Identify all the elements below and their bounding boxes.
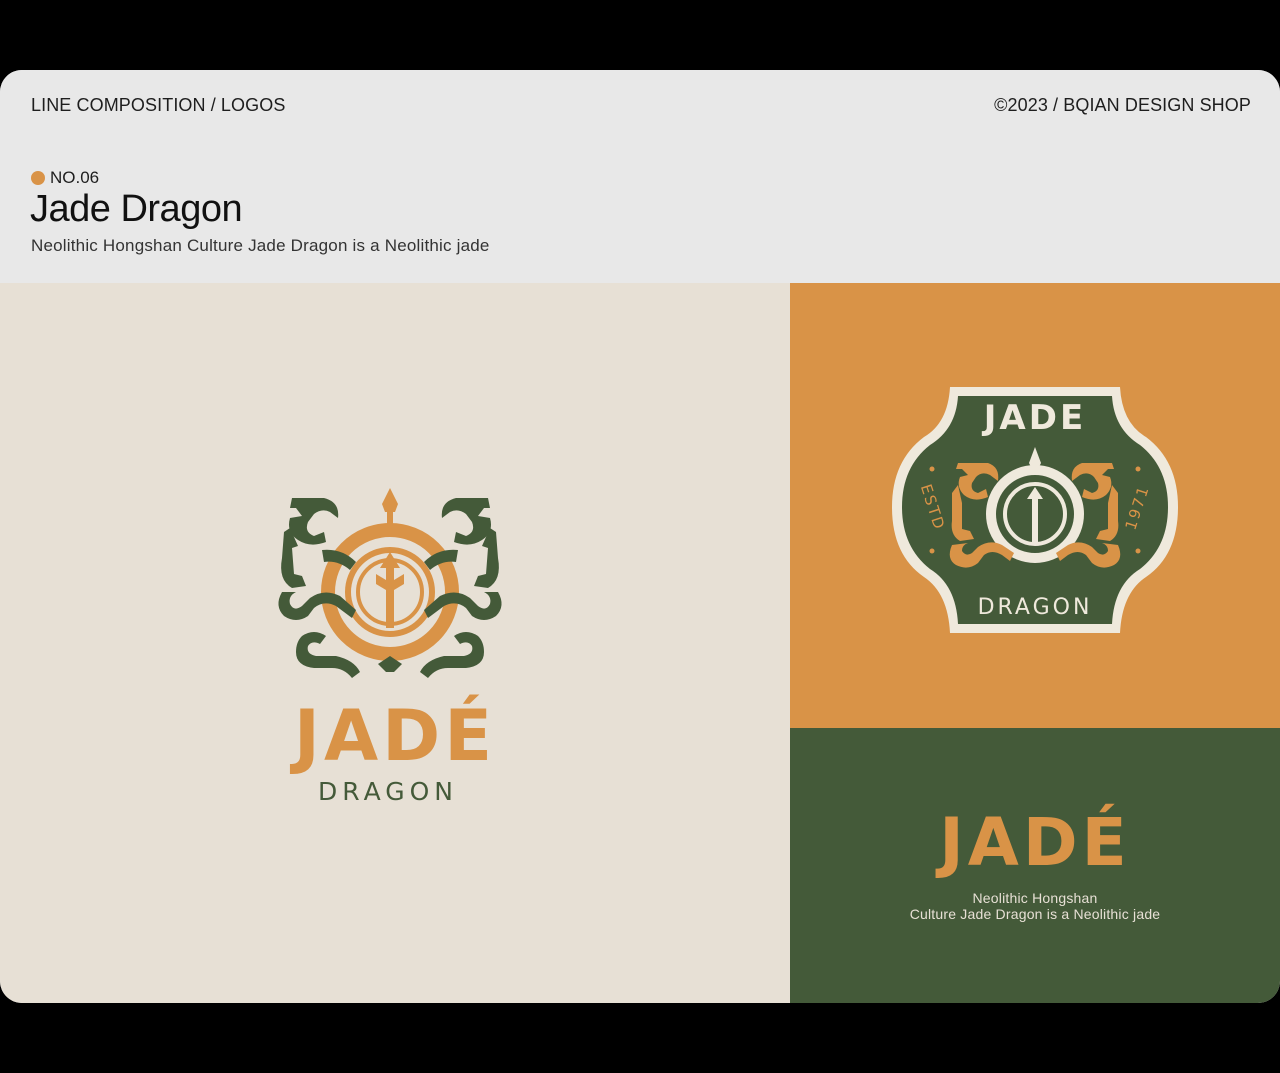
green-wordmark: JADÉ [939, 804, 1131, 881]
number-row: NO.06 [31, 168, 99, 188]
badge-emblem: JADE DRAGON ESTD 1971 [892, 387, 1178, 633]
emblem-orange-parts [321, 488, 459, 661]
page-title: Jade Dragon [30, 188, 243, 230]
caption-line-1: Neolithic Hongshan [972, 890, 1098, 906]
dragon-emblem-icon [278, 488, 502, 678]
presentation-card: LINE COMPOSITION / LOGOS ©2023 / BQIAN D… [0, 70, 1280, 1003]
section-label: LINE COMPOSITION / LOGOS [31, 95, 286, 115]
badge-bottom-text: DRAGON [978, 595, 1093, 620]
caption-line-2: Culture Jade Dragon is a Neolithic jade [909, 906, 1161, 922]
main-wordmark: JADÉ [293, 695, 497, 777]
primary-logo-panel: JADÉ DRAGON [0, 283, 790, 1003]
wordmark-caption: Neolithic Hongshan Culture Jade Dragon i… [790, 890, 1280, 922]
header: LINE COMPOSITION / LOGOS ©2023 / BQIAN D… [0, 70, 1280, 283]
badge-logo-panel: JADE DRAGON ESTD 1971 [790, 283, 1280, 728]
page-subtitle: Neolithic Hongshan Culture Jade Dragon i… [31, 236, 490, 255]
credit-label: ©2023 / BQIAN DESIGN SHOP [994, 95, 1251, 115]
badge-top-text: JADE [982, 398, 1086, 438]
item-number: NO.06 [50, 168, 100, 187]
main-subword: DRAGON [317, 777, 459, 806]
wordmark-panel: JADÉ Neolithic Hongshan Culture Jade Dra… [790, 728, 1280, 1003]
orange-dot-icon [31, 171, 45, 185]
